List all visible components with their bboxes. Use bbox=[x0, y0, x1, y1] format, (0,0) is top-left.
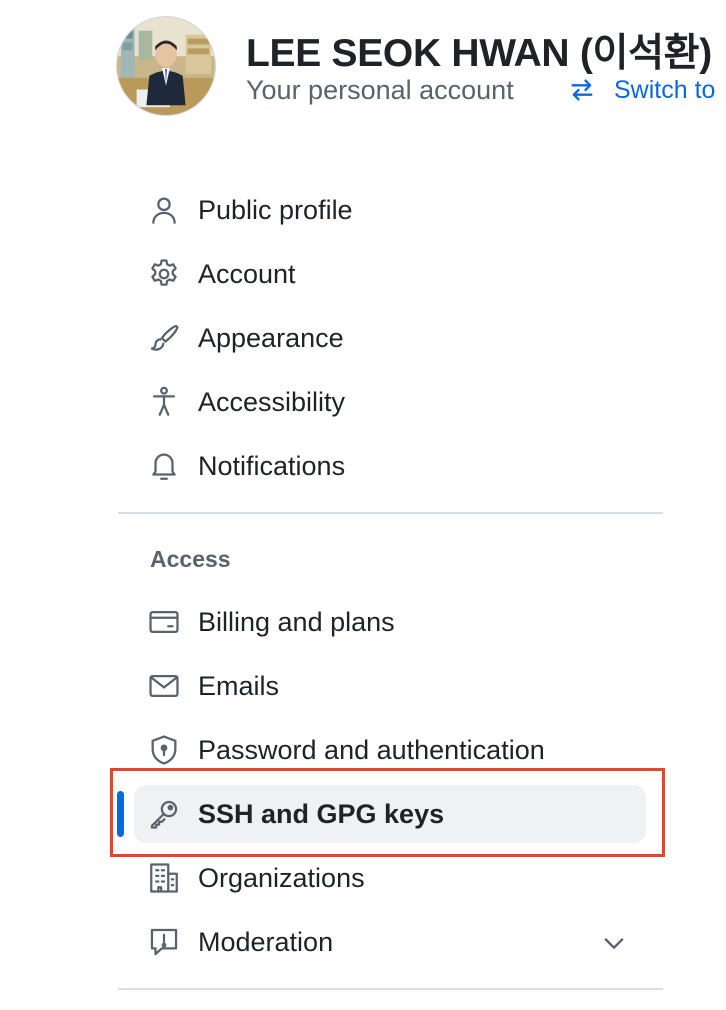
nav-item-label: Notifications bbox=[198, 450, 346, 481]
nav-item-account[interactable]: Account bbox=[134, 245, 646, 303]
active-nav-indicator bbox=[117, 791, 124, 837]
switch-account-label: Switch to bbox=[614, 75, 716, 104]
account-subtitle: Your personal account bbox=[246, 75, 514, 105]
arrow-switch-icon bbox=[571, 79, 593, 101]
nav-item-organizations[interactable]: Organizations bbox=[134, 849, 646, 907]
nav-item-appearance[interactable]: Appearance bbox=[134, 309, 646, 367]
nav-item-label: Organizations bbox=[198, 862, 365, 893]
chevron-down-icon[interactable] bbox=[600, 929, 628, 957]
mail-icon bbox=[147, 669, 181, 703]
nav-item-label: Appearance bbox=[198, 322, 344, 353]
nav-item-label: Password and authentication bbox=[198, 734, 545, 765]
credit-card-icon bbox=[147, 605, 181, 639]
avatar[interactable] bbox=[116, 16, 216, 116]
accessibility-icon bbox=[147, 385, 181, 419]
nav-item-label: Account bbox=[198, 258, 296, 289]
nav-item-label: Billing and plans bbox=[198, 606, 395, 637]
shield-lock-icon bbox=[147, 733, 181, 767]
nav-item-emails[interactable]: Emails bbox=[134, 657, 646, 715]
paintbrush-icon bbox=[147, 321, 181, 355]
person-icon bbox=[147, 193, 181, 227]
nav-item-public-profile[interactable]: Public profile bbox=[134, 181, 646, 239]
nav-divider-bottom bbox=[118, 988, 663, 990]
bell-icon bbox=[147, 449, 181, 483]
nav-item-password-authentication[interactable]: Password and authentication bbox=[134, 721, 646, 779]
nav-item-moderation[interactable]: Moderation bbox=[134, 913, 646, 971]
report-icon bbox=[147, 925, 181, 959]
nav-item-label: SSH and GPG keys bbox=[198, 798, 445, 829]
nav-item-label: Emails bbox=[198, 670, 280, 701]
access-section-heading: Access bbox=[150, 546, 231, 572]
account-name: LEE SEOK HWAN (이석환) bbox=[246, 32, 712, 75]
nav-item-ssh-gpg-keys[interactable]: SSH and GPG keys bbox=[134, 785, 646, 843]
nav-item-billing[interactable]: Billing and plans bbox=[134, 593, 646, 651]
nav-divider bbox=[118, 512, 663, 514]
nav-item-label: Accessibility bbox=[198, 386, 346, 417]
nav-item-label: Moderation bbox=[198, 926, 334, 957]
key-icon bbox=[147, 797, 181, 831]
nav-item-label: Public profile bbox=[198, 194, 353, 225]
gear-icon bbox=[147, 257, 181, 291]
organization-icon bbox=[147, 861, 181, 895]
switch-account-link[interactable]: Switch to bbox=[568, 72, 715, 108]
nav-item-accessibility[interactable]: Accessibility bbox=[134, 373, 646, 431]
nav-item-notifications[interactable]: Notifications bbox=[134, 437, 646, 495]
